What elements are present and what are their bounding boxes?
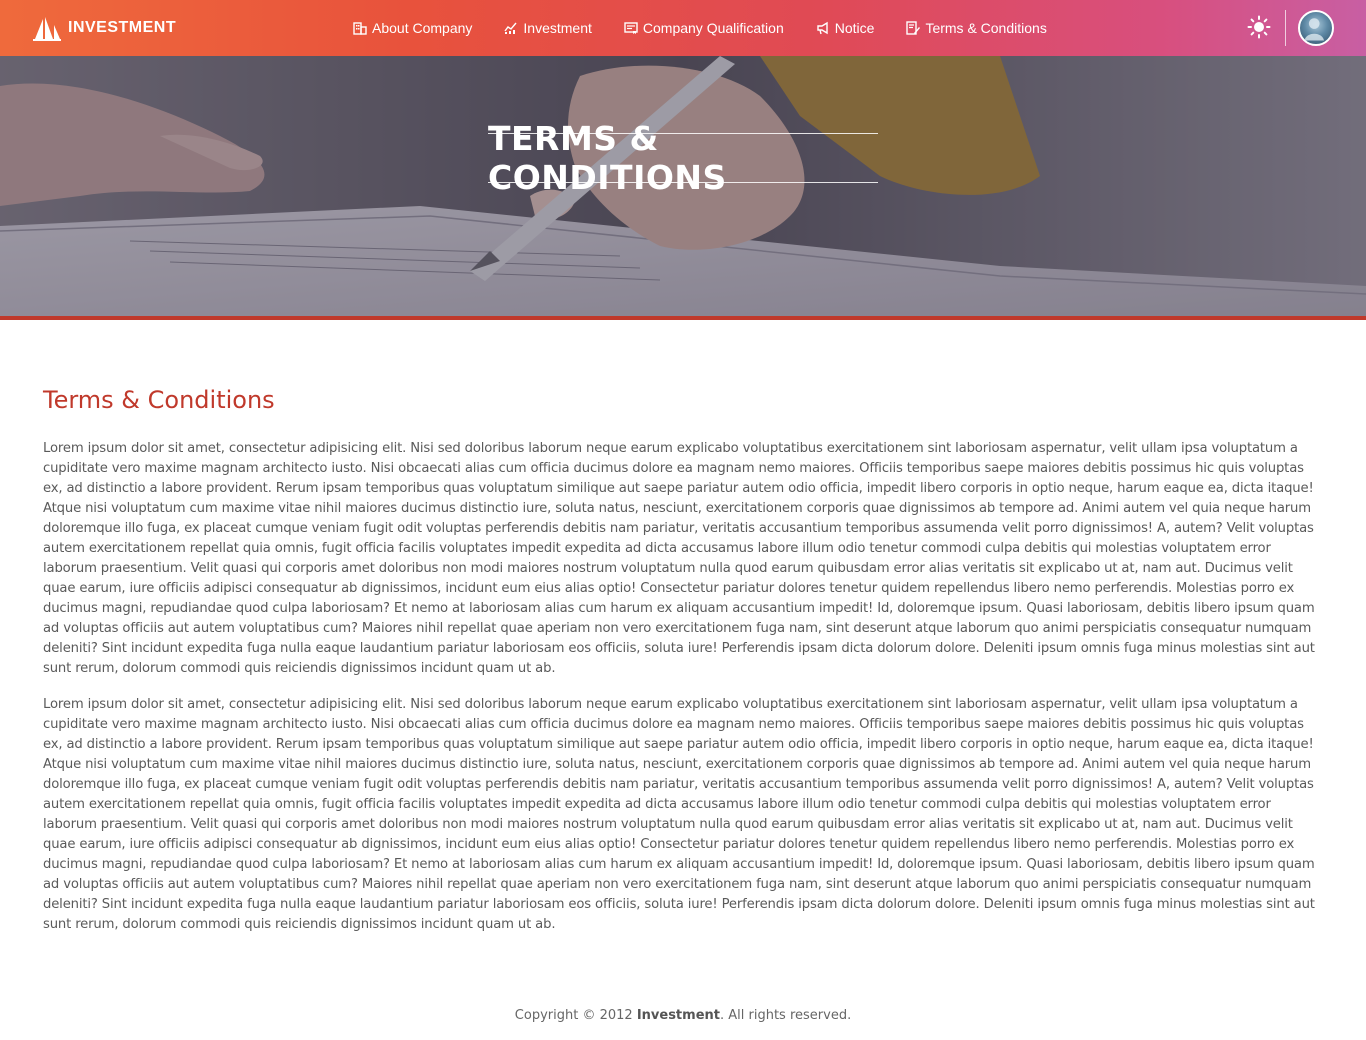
nav-investment[interactable]: Investment bbox=[504, 20, 592, 36]
brand-logo-link[interactable]: INVESTMENT bbox=[33, 15, 176, 41]
terms-paragraph-1: Lorem ipsum dolor sit amet, consectetur … bbox=[43, 441, 1315, 676]
footer-rights: . All rights reserved. bbox=[719, 1008, 852, 1023]
page-title: Terms & Conditions bbox=[43, 386, 275, 414]
footer-copyright: Copyright © 2012 bbox=[514, 1008, 633, 1023]
avatar[interactable] bbox=[1298, 10, 1334, 46]
footer: Copyright © 2012 Investment. All rights … bbox=[0, 1008, 1366, 1023]
brand-name: INVESTMENT bbox=[68, 19, 177, 36]
nav-terms-conditions[interactable]: Terms & Conditions bbox=[906, 20, 1047, 36]
hero-banner: TERMS & CONDITIONS bbox=[0, 56, 1366, 316]
hero-title-frame: TERMS & CONDITIONS bbox=[488, 119, 878, 197]
nav-about-company[interactable]: About Company bbox=[353, 20, 472, 36]
main-nav: About Company Investment Company Qualifi… bbox=[353, 0, 1079, 56]
nav-investment-label: Investment bbox=[523, 20, 592, 36]
nav-about-company-label: About Company bbox=[372, 20, 473, 36]
sun-icon[interactable] bbox=[1247, 15, 1271, 39]
terms-content: Terms & Conditions Lorem ipsum dolor sit… bbox=[43, 386, 1325, 935]
megaphone-icon bbox=[816, 21, 830, 35]
building-icon bbox=[353, 21, 367, 35]
nav-notice-label: Notice bbox=[834, 20, 875, 36]
footer-brand: Investment bbox=[636, 1008, 720, 1023]
top-navbar: INVESTMENT About Company Investment Comp… bbox=[0, 0, 1366, 56]
chart-icon bbox=[504, 21, 518, 35]
nav-notice[interactable]: Notice bbox=[816, 20, 875, 36]
nav-terms-conditions-label: Terms & Conditions bbox=[925, 20, 1047, 36]
nav-company-qualification-label: Company Qualification bbox=[642, 20, 784, 36]
terms-paragraph-2: Lorem ipsum dolor sit amet, consectetur … bbox=[43, 697, 1315, 932]
nav-divider bbox=[1285, 10, 1286, 46]
document-edit-icon bbox=[906, 21, 921, 35]
hero-accent-bar bbox=[0, 316, 1366, 320]
sail-logo-icon bbox=[33, 17, 61, 41]
certificate-icon bbox=[624, 21, 638, 35]
nav-company-qualification[interactable]: Company Qualification bbox=[624, 20, 784, 36]
hero-title: TERMS & CONDITIONS bbox=[488, 119, 727, 197]
